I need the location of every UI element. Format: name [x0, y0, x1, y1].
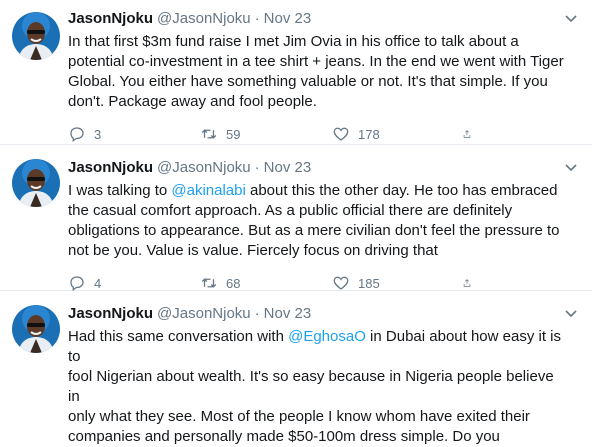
tweet-text: I was talking to @akinalabi about this t…	[68, 181, 568, 261]
retweet-button[interactable]: 59	[200, 125, 332, 143]
tweet-text: Had this same conversation with @EghosaO…	[68, 327, 568, 447]
reply-icon	[70, 127, 84, 143]
mention-link[interactable]: @akinalabi	[171, 182, 245, 199]
mention-link[interactable]: @EghosaO	[288, 328, 366, 345]
like-count: 185	[358, 275, 380, 291]
share-button[interactable]	[462, 274, 480, 292]
text-segment: I was talking to	[68, 182, 172, 199]
reply-count: 4	[94, 275, 102, 291]
tweet-text: In that first $3m fund raise I met Jim O…	[68, 32, 568, 112]
tweet[interactable]: JasonNjoku @JasonNjoku · Nov 23 Had this…	[0, 291, 592, 445]
author-handle[interactable]: @JasonNjoku	[157, 305, 251, 323]
text-segment: in Dubai about how easy it is to fool Ni…	[68, 328, 562, 445]
text-segment: In that first $3m fund raise I met Jim O…	[68, 33, 564, 110]
chevron-down-icon[interactable]	[562, 305, 580, 323]
like-icon	[333, 276, 349, 290]
retweet-button[interactable]: 68	[200, 274, 332, 292]
author-name[interactable]: JasonNjoku	[68, 305, 153, 323]
retweet-icon	[201, 129, 217, 139]
tweet[interactable]: JasonNjoku @JasonNjoku · Nov 23 In that …	[0, 0, 592, 145]
timestamp[interactable]: Nov 23	[264, 305, 312, 323]
timestamp[interactable]: Nov 23	[264, 159, 312, 177]
reply-button[interactable]: 4	[68, 274, 200, 292]
retweet-count: 59	[226, 126, 241, 142]
tweet[interactable]: JasonNjoku @JasonNjoku · Nov 23 I was ta…	[0, 145, 592, 293]
like-button[interactable]: 178	[332, 125, 464, 143]
text-segment: Had this same conversation with	[68, 328, 289, 345]
retweet-count: 68	[226, 275, 241, 291]
like-button[interactable]: 185	[332, 274, 464, 292]
like-icon	[333, 127, 349, 141]
separator: ·	[254, 10, 260, 27]
tweet-actions: 4 68 185	[68, 273, 580, 293]
share-icon	[463, 279, 471, 287]
avatar[interactable]	[12, 305, 60, 353]
author-name[interactable]: JasonNjoku	[68, 10, 153, 28]
chevron-down-icon[interactable]	[562, 10, 580, 28]
avatar[interactable]	[12, 12, 60, 60]
retweet-icon	[201, 278, 217, 288]
author-name[interactable]: JasonNjoku	[68, 159, 153, 177]
tweet-thread: JasonNjoku @JasonNjoku · Nov 23 In that …	[0, 0, 592, 445]
tweet-actions: 3 59 178	[68, 124, 580, 144]
like-count: 178	[358, 126, 380, 142]
chevron-down-icon[interactable]	[562, 159, 580, 177]
avatar[interactable]	[12, 159, 60, 207]
share-button[interactable]	[462, 125, 480, 143]
timestamp[interactable]: Nov 23	[264, 10, 312, 28]
author-handle[interactable]: @JasonNjoku	[157, 10, 251, 28]
author-handle[interactable]: @JasonNjoku	[157, 159, 251, 177]
separator: ·	[254, 159, 260, 176]
separator: ·	[254, 305, 260, 322]
reply-icon	[70, 276, 84, 292]
reply-button[interactable]: 3	[68, 125, 200, 143]
share-icon	[463, 130, 471, 138]
reply-count: 3	[94, 126, 102, 142]
